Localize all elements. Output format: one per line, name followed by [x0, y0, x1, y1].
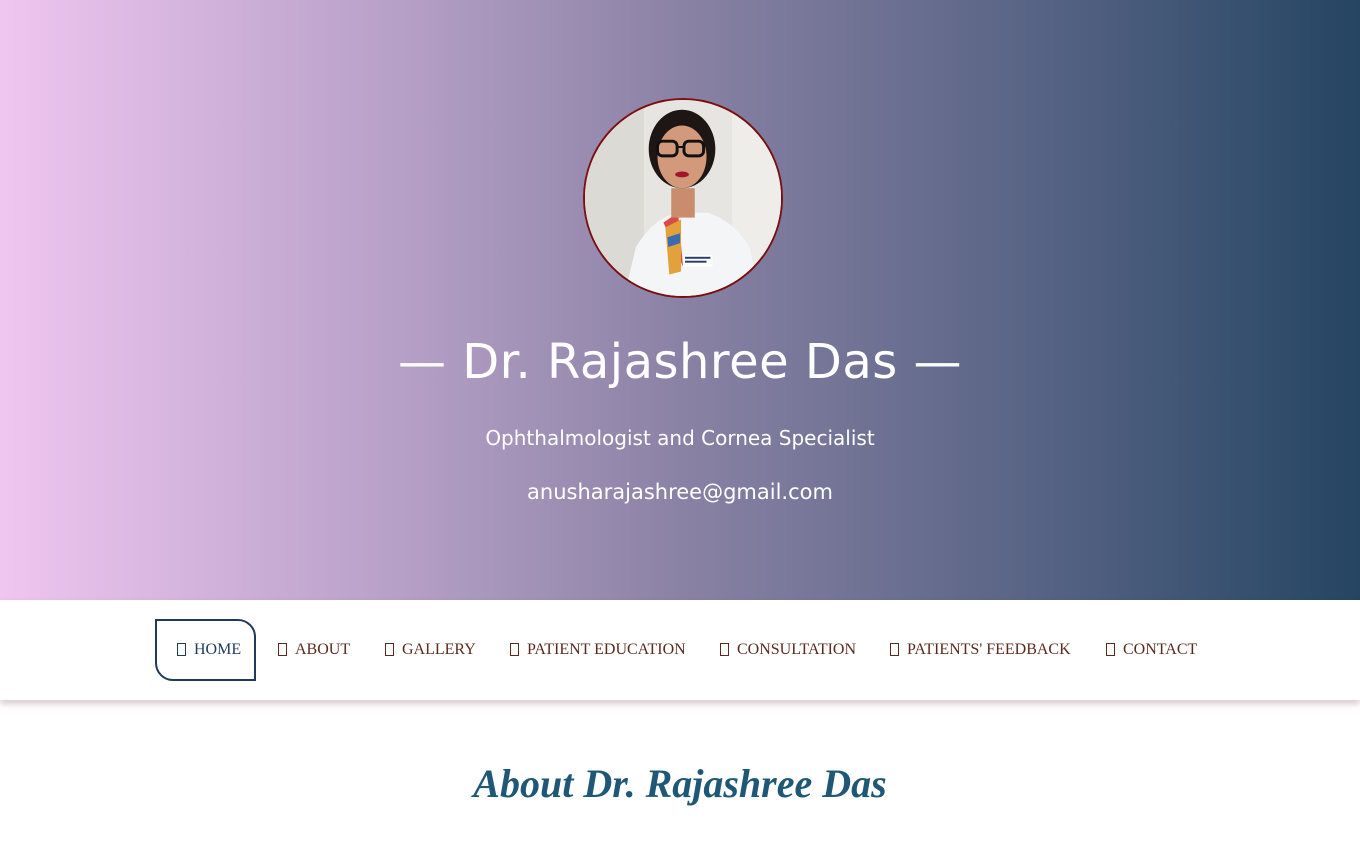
nav-item-label: PATIENTS' FEEDBACK [907, 641, 1071, 658]
stethoscope-icon [720, 642, 729, 656]
nav-item-home[interactable]: HOME [155, 619, 257, 681]
home-icon [177, 642, 186, 656]
image-icon [385, 642, 394, 656]
nav-item-label: PATIENT EDUCATION [527, 641, 686, 658]
doctor-specialty: Ophthalmologist and Cornea Specialist [485, 426, 875, 450]
nav-item-patients-feedback[interactable]: PATIENTS' FEEDBACK [890, 619, 1071, 681]
doctor-email-link[interactable]: anusharajashree@gmail.com [0, 477, 1360, 507]
user-icon [278, 642, 287, 656]
nav-item-about[interactable]: ABOUT [278, 619, 350, 681]
profile-photo [583, 98, 783, 298]
nav-item-label: HOME [194, 641, 242, 658]
main-navigation: HOME ABOUT GALLERY PATIENT EDUCATION CON… [0, 600, 1360, 700]
book-icon [510, 642, 519, 656]
nav-item-gallery[interactable]: GALLERY [385, 619, 476, 681]
hero-banner: — Dr. Rajashree Das — Ophthalmologist an… [0, 0, 1360, 600]
nav-item-label: CONTACT [1123, 641, 1198, 658]
doctor-name-heading: — Dr. Rajashree Das — [397, 334, 963, 390]
nav-item-label: CONSULTATION [737, 641, 857, 658]
doctor-portrait-image [585, 100, 781, 296]
nav-item-label: ABOUT [295, 641, 351, 658]
nav-item-contact[interactable]: CONTACT [1106, 619, 1197, 681]
comment-icon [890, 642, 899, 656]
nav-item-label: GALLERY [402, 641, 476, 658]
nav-item-patient-education[interactable]: PATIENT EDUCATION [510, 619, 686, 681]
nav-item-consultation[interactable]: CONSULTATION [720, 619, 856, 681]
phone-icon [1106, 642, 1115, 656]
about-section-heading: About Dr. Rajashree Das [473, 761, 887, 806]
